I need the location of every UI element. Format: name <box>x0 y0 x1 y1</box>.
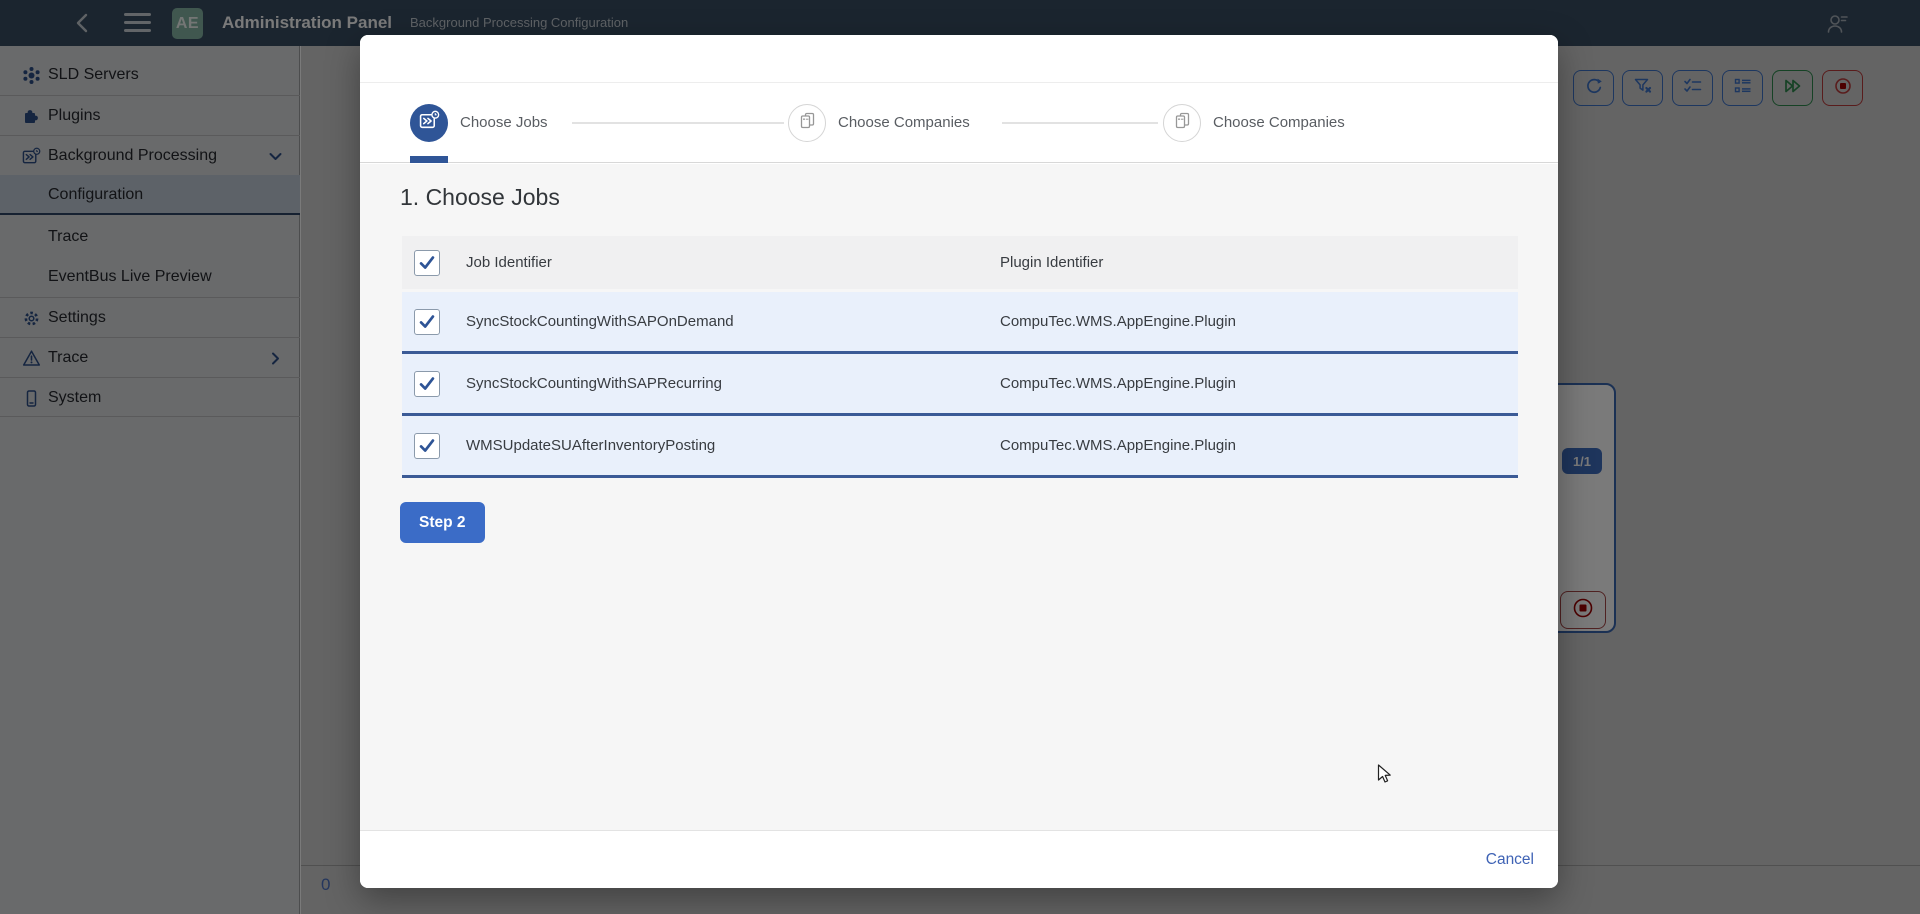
step-1-icon[interactable] <box>410 104 448 142</box>
dialog-header <box>360 35 1558 83</box>
plugin-identifier: CompuTec.WMS.AppEngine.Plugin <box>1000 354 1236 413</box>
dialog-heading: 1. Choose Jobs <box>400 184 560 211</box>
job-identifier: WMSUpdateSUAfterInventoryPosting <box>466 416 715 475</box>
background-processing-icon <box>419 110 440 136</box>
table-header-row: Job Identifier Plugin Identifier <box>402 236 1518 289</box>
step-2-icon[interactable] <box>788 104 826 142</box>
table-row[interactable]: SyncStockCountingWithSAPRecurring CompuT… <box>402 354 1518 416</box>
table-row[interactable]: SyncStockCountingWithSAPOnDemand CompuTe… <box>402 292 1518 354</box>
plugin-identifier: CompuTec.WMS.AppEngine.Plugin <box>1000 292 1236 351</box>
step-3-label[interactable]: Choose Companies <box>1213 83 1345 163</box>
wizard-dialog: Choose Jobs Choose Companies <box>360 35 1558 888</box>
job-identifier: SyncStockCountingWithSAPRecurring <box>466 354 722 413</box>
step-3-icon[interactable] <box>1163 104 1201 142</box>
step-connector <box>572 122 784 124</box>
step-connector <box>1002 122 1158 124</box>
row-checkbox[interactable] <box>414 309 440 335</box>
jobs-table: Job Identifier Plugin Identifier SyncSto… <box>402 236 1518 478</box>
company-icon <box>798 111 817 135</box>
select-all-checkbox[interactable] <box>414 250 440 276</box>
cancel-button[interactable]: Cancel <box>1486 831 1534 889</box>
table-row[interactable]: WMSUpdateSUAfterInventoryPosting CompuTe… <box>402 416 1518 478</box>
dialog-footer: Cancel <box>360 830 1558 888</box>
dialog-body: 1. Choose Jobs Job Identifier Plugin Ide… <box>360 164 1558 830</box>
wizard-steps-bar: Choose Jobs Choose Companies <box>360 83 1558 163</box>
plugin-identifier: CompuTec.WMS.AppEngine.Plugin <box>1000 416 1236 475</box>
row-checkbox[interactable] <box>414 433 440 459</box>
column-header-job: Job Identifier <box>466 236 552 289</box>
job-identifier: SyncStockCountingWithSAPOnDemand <box>466 292 734 351</box>
column-header-plugin: Plugin Identifier <box>1000 236 1103 289</box>
active-step-indicator <box>410 156 448 163</box>
row-checkbox[interactable] <box>414 371 440 397</box>
company-icon <box>1173 111 1192 135</box>
next-step-button[interactable]: Step 2 <box>400 502 485 543</box>
step-2-label[interactable]: Choose Companies <box>838 83 970 163</box>
step-1-label[interactable]: Choose Jobs <box>460 83 548 163</box>
